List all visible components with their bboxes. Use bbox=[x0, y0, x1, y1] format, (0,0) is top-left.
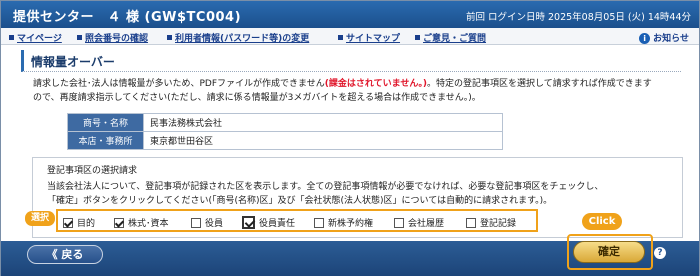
menu-item-mypage[interactable]: マイページ bbox=[9, 31, 62, 44]
bullet-icon bbox=[77, 35, 82, 40]
notice-label: お知らせ bbox=[653, 34, 689, 44]
menu-item-label: サイトマップ bbox=[346, 34, 401, 44]
selection-description: 当該会社法人について、登記事項が記録された区を表示します。全ての登記事項情報が必… bbox=[47, 180, 667, 208]
checkbox-label: 役員責任 bbox=[259, 219, 296, 229]
menu-item-label: ご意見・ご質問 bbox=[423, 34, 487, 44]
selection-desc-line: 「確定」ボタンをクリックしてください(「商号(名称)区」及び「会社状態(法人状態… bbox=[47, 196, 553, 206]
back-button[interactable]: 《 戻る bbox=[27, 245, 103, 264]
section-checkbox-group: 目的 株式･資本 役員 役員責任 新株予約権 会社履歴 登記記録 bbox=[56, 209, 538, 232]
checkbox-label: 会社履歴 bbox=[408, 219, 445, 229]
error-message: 請求した会社･法人は情報量が多いため、PDFファイルが作成できません(課金はされ… bbox=[33, 77, 683, 105]
menu-item-label: 利用者情報(パスワード等)の変更 bbox=[175, 34, 310, 44]
checkbox-officer-liability[interactable]: 役員責任 bbox=[242, 216, 295, 229]
checkbox-icon bbox=[242, 216, 255, 229]
checkbox-icon bbox=[466, 218, 476, 228]
select-badge: 選択 bbox=[25, 211, 55, 226]
bullet-icon bbox=[9, 35, 14, 40]
table-row: 商号・名称 民事法務株式会社 bbox=[67, 113, 503, 132]
info-icon: i bbox=[639, 33, 651, 44]
message-text: 。特定の登記事項区を選択して請求すれば作成できます bbox=[426, 79, 652, 89]
selection-desc-line: 当該会社法人について、登記事項が記録された区を表示します。全ての登記事項情報が必… bbox=[47, 182, 604, 192]
header-bar: 提供センター ４ 様 (GW$TC004) 前回 ログイン日時 2025年08月… bbox=[1, 1, 699, 28]
table-row: 本店・事務所 東京都世田谷区 bbox=[67, 131, 503, 150]
help-icon[interactable]: ? bbox=[654, 247, 666, 259]
message-text: ので、再度請求指示してください(ただし、請求に係る情報量が3メガバイトを超える場… bbox=[33, 93, 481, 103]
checkbox-icon bbox=[191, 218, 201, 228]
checkbox-icon bbox=[314, 218, 324, 228]
checkbox-label: 株式･資本 bbox=[128, 219, 169, 229]
checkbox-stock-options[interactable]: 新株予約権 bbox=[314, 216, 373, 229]
company-name-label: 商号・名称 bbox=[67, 113, 144, 132]
company-name-value: 民事法務株式会社 bbox=[143, 113, 503, 132]
menu-item-reference-number[interactable]: 照会番号の確認 bbox=[77, 31, 148, 44]
checkbox-label: 目的 bbox=[77, 219, 96, 229]
office-label: 本店・事務所 bbox=[67, 131, 144, 150]
bullet-icon bbox=[338, 35, 343, 40]
menu-item-label: 照会番号の確認 bbox=[85, 34, 149, 44]
bullet-icon bbox=[415, 35, 420, 40]
section-title: 情報量オーバー bbox=[21, 50, 681, 72]
page-title: 提供センター ４ 様 (GW$TC004) bbox=[13, 10, 242, 25]
checkbox-stock-capital[interactable]: 株式･資本 bbox=[114, 216, 169, 229]
menu-item-feedback[interactable]: ご意見・ご質問 bbox=[415, 31, 486, 44]
checkbox-purpose[interactable]: 目的 bbox=[63, 216, 95, 229]
checkbox-label: 役員 bbox=[205, 219, 224, 229]
menu-item-sitemap[interactable]: サイトマップ bbox=[338, 31, 400, 44]
menu-item-label: マイページ bbox=[17, 34, 62, 44]
checkbox-icon bbox=[114, 218, 124, 228]
company-info-table: 商号・名称 民事法務株式会社 本店・事務所 東京都世田谷区 bbox=[67, 113, 503, 150]
notice-link[interactable]: i お知らせ bbox=[639, 31, 689, 44]
last-login-info: 前回 ログイン日時 2025年08月05日 (火) 14時44分 bbox=[465, 12, 691, 23]
menu-bar: マイページ 照会番号の確認 利用者情報(パスワード等)の変更 サイトマップ ご意… bbox=[1, 28, 699, 45]
checkbox-icon bbox=[63, 218, 73, 228]
confirm-button[interactable]: 確定 bbox=[573, 241, 645, 263]
bullet-icon bbox=[167, 35, 172, 40]
message-warning: (課金はされていません。) bbox=[324, 79, 427, 89]
window-frame: 提供センター ４ 様 (GW$TC004) 前回 ログイン日時 2025年08月… bbox=[0, 0, 700, 276]
checkbox-icon bbox=[394, 218, 404, 228]
click-badge: Click bbox=[582, 213, 622, 230]
checkbox-registration-record[interactable]: 登記記録 bbox=[466, 216, 516, 229]
message-text: 請求した会社･法人は情報量が多いため、PDFファイルが作成できません bbox=[33, 79, 325, 89]
selection-title: 登記事項区の選択請求 bbox=[47, 166, 138, 176]
checkbox-company-history[interactable]: 会社履歴 bbox=[394, 216, 444, 229]
menu-item-user-info[interactable]: 利用者情報(パスワード等)の変更 bbox=[167, 31, 309, 44]
checkbox-label: 登記記録 bbox=[480, 219, 517, 229]
checkbox-label: 新株予約権 bbox=[328, 219, 374, 229]
office-value: 東京都世田谷区 bbox=[143, 131, 503, 150]
checkbox-officers[interactable]: 役員 bbox=[191, 216, 223, 229]
